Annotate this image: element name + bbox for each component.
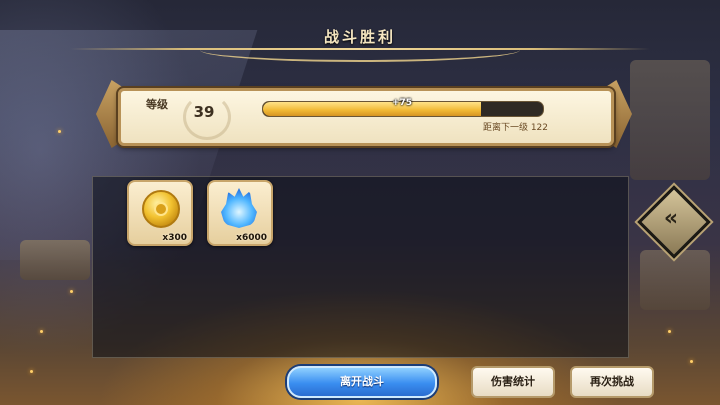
spark: [668, 330, 671, 333]
page-title: 战斗胜利: [323, 28, 396, 46]
reward-blue-flame[interactable]: x6000: [207, 180, 273, 246]
background-book-right-lower: [640, 250, 710, 310]
damage-stats-button[interactable]: 伤害统计: [471, 366, 555, 398]
reward-count: x6000: [236, 233, 267, 243]
level-value: 39: [193, 103, 215, 121]
double-chevron-icon[interactable]: «: [652, 202, 690, 236]
spark: [58, 130, 61, 133]
reward-count: x300: [162, 233, 187, 243]
background-book-right: [630, 60, 710, 180]
next-level-text: 距离下一级 122: [482, 123, 548, 133]
leave-battle-button[interactable]: 离开战斗: [287, 366, 437, 398]
reward-gold-coin[interactable]: x300: [127, 180, 193, 246]
coin-center: [154, 202, 168, 216]
gold-coin-icon: [142, 190, 180, 228]
xp-gain-text: +75: [391, 98, 413, 108]
spark: [70, 290, 73, 293]
spark: [690, 360, 693, 363]
level-label: 等级: [146, 98, 168, 111]
background-book-left: [20, 240, 90, 280]
spark: [30, 370, 33, 373]
retry-button[interactable]: 再次挑战: [570, 366, 654, 398]
spark: [40, 330, 43, 333]
blue-flame-icon: [221, 188, 257, 228]
